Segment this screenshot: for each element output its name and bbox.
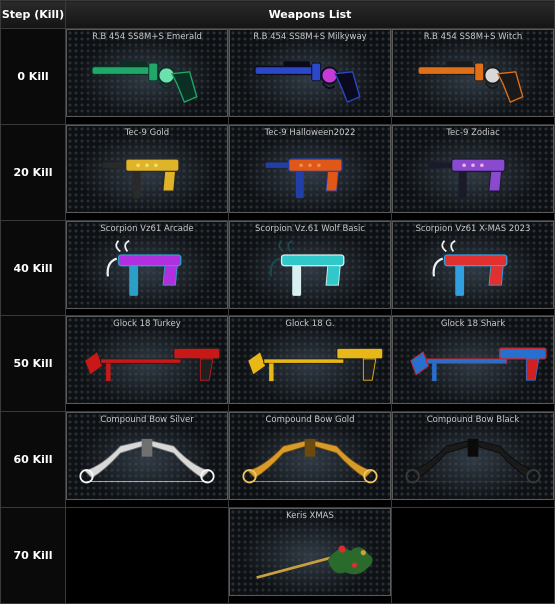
weapon-slot: R.B 454 SS8M+S Milkyway xyxy=(228,28,392,125)
weapon-card: Glock 18 Shark xyxy=(392,316,554,405)
revolver-icon xyxy=(254,61,361,103)
table-row: 20 Kill Tec-9 Gold Tec-9 Halloween2022 Te… xyxy=(0,123,555,221)
weapon-card: Tec-9 Zodiac xyxy=(392,124,554,213)
weapon-slot: Glock 18 G. xyxy=(228,315,392,413)
scorpion-icon xyxy=(269,239,345,296)
bow-icon xyxy=(242,439,378,484)
weapon-slot: Tec-9 Halloween2022 xyxy=(228,123,392,221)
table-row: 60 Kill Compound Bow Silver Compound Bow … xyxy=(0,411,555,509)
weapon-slot: Scorpion Vz61 X-MAS 2023 xyxy=(391,219,555,317)
table-row: 50 Kill Glock 18 Turkey Glock 18 G. Glock… xyxy=(0,315,555,413)
weapon-name: Compound Bow Silver xyxy=(100,415,194,426)
table-body: 0 Kill R.B 454 SS8M+S Emerald R.B 454 SS8… xyxy=(0,28,555,604)
smg-icon xyxy=(265,158,343,198)
weapon-card: R.B 454 SS8M+S Milkyway xyxy=(229,29,391,117)
weapon-card: Tec-9 Halloween2022 xyxy=(229,124,391,213)
weapon-card: Compound Bow Black xyxy=(392,412,554,501)
glock-icon xyxy=(247,348,384,382)
keris-icon xyxy=(256,545,373,579)
weapon-name: Scorpion Vz61 X-MAS 2023 xyxy=(415,223,531,234)
bow-icon xyxy=(405,439,541,484)
weapon-slot: Glock 18 Shark xyxy=(391,315,555,413)
weapon-slot: Scorpion Vz61 Arcade xyxy=(65,219,229,317)
weapon-card: Keris XMAS xyxy=(229,508,391,597)
weapon-name: R.B 454 SS8M+S Milkyway xyxy=(253,32,367,42)
header-step: Step (Kill) xyxy=(0,0,66,29)
weapon-name: Compound Bow Gold xyxy=(265,415,355,426)
weapon-name: R.B 454 SS8M+S Witch xyxy=(423,32,523,42)
weapon-name: Scorpion Vz61 Arcade xyxy=(100,223,194,234)
glock-icon xyxy=(410,348,547,382)
weapon-card: Glock 18 Turkey xyxy=(66,316,228,405)
step-label: 50 Kill xyxy=(0,315,66,413)
weapon-card: Scorpion Vz61 Arcade xyxy=(66,220,228,309)
weapon-slot: R.B 454 SS8M+S Witch xyxy=(391,28,555,125)
weapon-name: Tec-9 Zodiac xyxy=(446,127,500,138)
step-label: 40 Kill xyxy=(0,219,66,317)
glock-icon xyxy=(84,348,221,382)
step-label: 60 Kill xyxy=(0,411,66,509)
weapon-slot: Compound Bow Gold xyxy=(228,411,392,509)
weapon-name: Compound Bow Black xyxy=(426,415,520,426)
weapons-table: Step (Kill) Weapons List 0 Kill R.B 454 S… xyxy=(0,0,555,604)
weapon-slot: Keris XMAS xyxy=(228,507,392,604)
table-row: 40 Kill Scorpion Vz61 Arcade Scorpion Vz.… xyxy=(0,219,555,317)
weapon-slot: Scorpion Vz.61 Wolf Basic xyxy=(228,219,392,317)
smg-icon xyxy=(102,158,180,198)
revolver-icon xyxy=(417,61,524,103)
weapon-slot: R.B 454 SS8M+S Emerald xyxy=(65,28,229,125)
weapon-card: Scorpion Vz.61 Wolf Basic xyxy=(229,220,391,309)
scorpion-icon xyxy=(106,239,182,296)
weapon-card: R.B 454 SS8M+S Witch xyxy=(392,29,554,117)
step-label: 70 Kill xyxy=(0,507,66,604)
weapon-card: Compound Bow Gold xyxy=(229,412,391,501)
weapon-name: Keris XMAS xyxy=(286,511,334,522)
weapon-name: Glock 18 G. xyxy=(285,319,335,330)
weapon-card: Scorpion Vz61 X-MAS 2023 xyxy=(392,220,554,309)
weapon-card: Tec-9 Gold xyxy=(66,124,228,213)
weapon-card: Compound Bow Silver xyxy=(66,412,228,501)
step-label: 20 Kill xyxy=(0,123,66,221)
bow-icon xyxy=(79,439,215,484)
weapon-slot: Tec-9 Zodiac xyxy=(391,123,555,221)
weapon-slot xyxy=(65,507,229,604)
weapon-name: R.B 454 SS8M+S Emerald xyxy=(92,32,202,42)
scorpion-icon xyxy=(432,239,508,296)
table-row: 70 Kill Keris XMAS xyxy=(0,507,555,604)
step-label: 0 Kill xyxy=(0,28,66,125)
table-row: 0 Kill R.B 454 SS8M+S Emerald R.B 454 SS8… xyxy=(0,28,555,125)
weapon-name: Tec-9 Halloween2022 xyxy=(264,127,356,138)
weapon-name: Glock 18 Turkey xyxy=(113,319,181,330)
weapon-slot: Compound Bow Black xyxy=(391,411,555,509)
revolver-icon xyxy=(91,61,198,103)
weapon-card: R.B 454 SS8M+S Emerald xyxy=(66,29,228,117)
weapon-name: Scorpion Vz.61 Wolf Basic xyxy=(255,223,365,234)
weapon-card: Glock 18 G. xyxy=(229,316,391,405)
header-row: Step (Kill) Weapons List xyxy=(0,0,555,29)
header-weapons-list: Weapons List xyxy=(65,0,555,29)
weapon-name: Tec-9 Gold xyxy=(124,127,170,138)
weapon-name: Glock 18 Shark xyxy=(440,319,506,330)
smg-icon xyxy=(428,158,506,198)
weapon-slot: Glock 18 Turkey xyxy=(65,315,229,413)
weapon-slot: Tec-9 Gold xyxy=(65,123,229,221)
weapon-slot xyxy=(391,507,555,604)
weapon-slot: Compound Bow Silver xyxy=(65,411,229,509)
